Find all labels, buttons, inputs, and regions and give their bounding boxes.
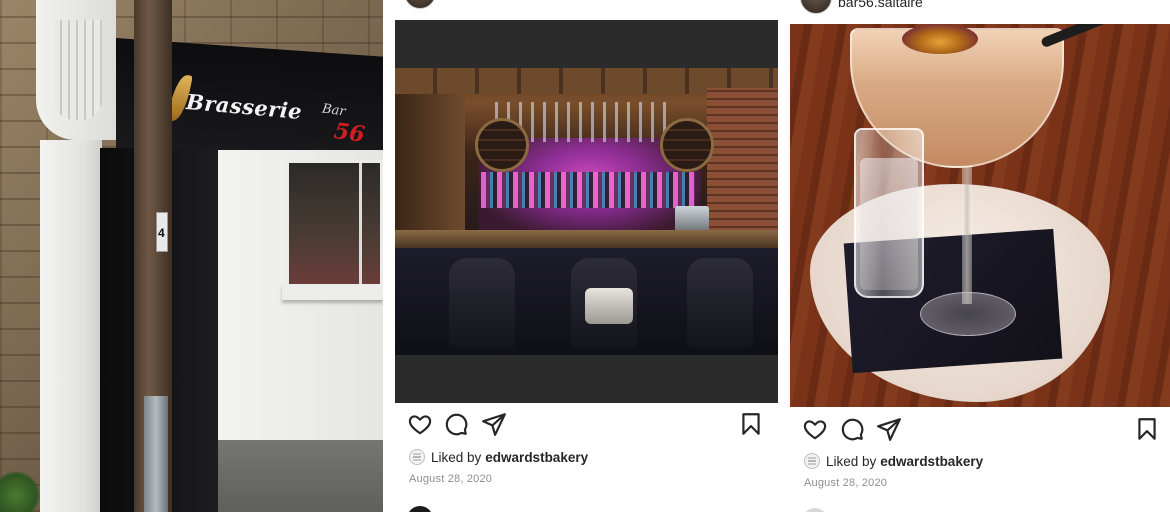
weeds [0,470,40,512]
post-username[interactable]: bar56.saltaire [838,0,923,10]
glass-stem [962,164,972,304]
pole-number: 4 [158,226,165,240]
shot-glass [854,128,924,298]
share-icon[interactable] [876,416,902,442]
liker-avatar[interactable] [804,453,820,469]
bar-counter-top [395,230,778,248]
avatar[interactable] [407,506,433,512]
bar-interior-photo [395,68,778,355]
storefront-photo: Brasserie Bar 56 4 [0,0,383,512]
bottle-shelf [481,172,695,208]
share-icon[interactable] [481,411,507,437]
post-date: August 28, 2020 [409,473,493,485]
post-card: bar56.saltaire ··· [790,0,1170,512]
more-options-icon[interactable]: ··· [1143,0,1160,6]
passion-fruit-garnish [902,24,978,54]
liked-by-row: Liked by edwardstbakery [804,452,983,470]
liked-by-username[interactable]: edwardstbakery [485,450,588,465]
bar-stool [687,258,753,348]
post-photo[interactable] [395,20,778,403]
stone-corbel [36,0,116,140]
round-wine-rack-right [660,118,714,172]
liked-by-row: Liked by edwardstbakery [409,448,588,466]
bookmark-icon[interactable] [738,411,764,437]
heart-icon[interactable] [802,416,828,442]
liker-avatar[interactable] [409,449,425,465]
avatar[interactable] [802,508,828,512]
post-card: Liked by edwardstbakery August 28, 2020 [383,0,790,512]
comment-icon[interactable] [443,411,469,437]
bookmark-icon[interactable] [1134,416,1160,442]
bar-stool [449,258,515,348]
heart-icon[interactable] [407,411,433,437]
window-sill [282,284,383,300]
espresso-machine [675,206,709,232]
post-date: August 28, 2020 [804,477,888,489]
page: Brasserie Bar 56 4 Liked by edwardstbake… [0,0,1170,512]
liked-by-username[interactable]: edwardstbakery [880,454,983,469]
shop-window [286,160,383,288]
liked-by-label: Liked by [826,453,877,469]
white-pilaster [40,140,102,512]
comment-icon[interactable] [839,416,865,442]
sign-number-text: 56 [332,117,367,149]
round-wine-rack-left [475,118,529,172]
avatar[interactable] [800,0,832,14]
post-actions [383,411,790,439]
liked-by-label: Liked by [431,449,482,465]
avatar[interactable] [404,0,436,9]
post-actions [790,416,1170,444]
post-photo[interactable] [790,24,1170,407]
pole-metal-base [144,396,168,512]
sign-bar-text: Bar [321,101,347,120]
stool-cushion [585,288,633,324]
